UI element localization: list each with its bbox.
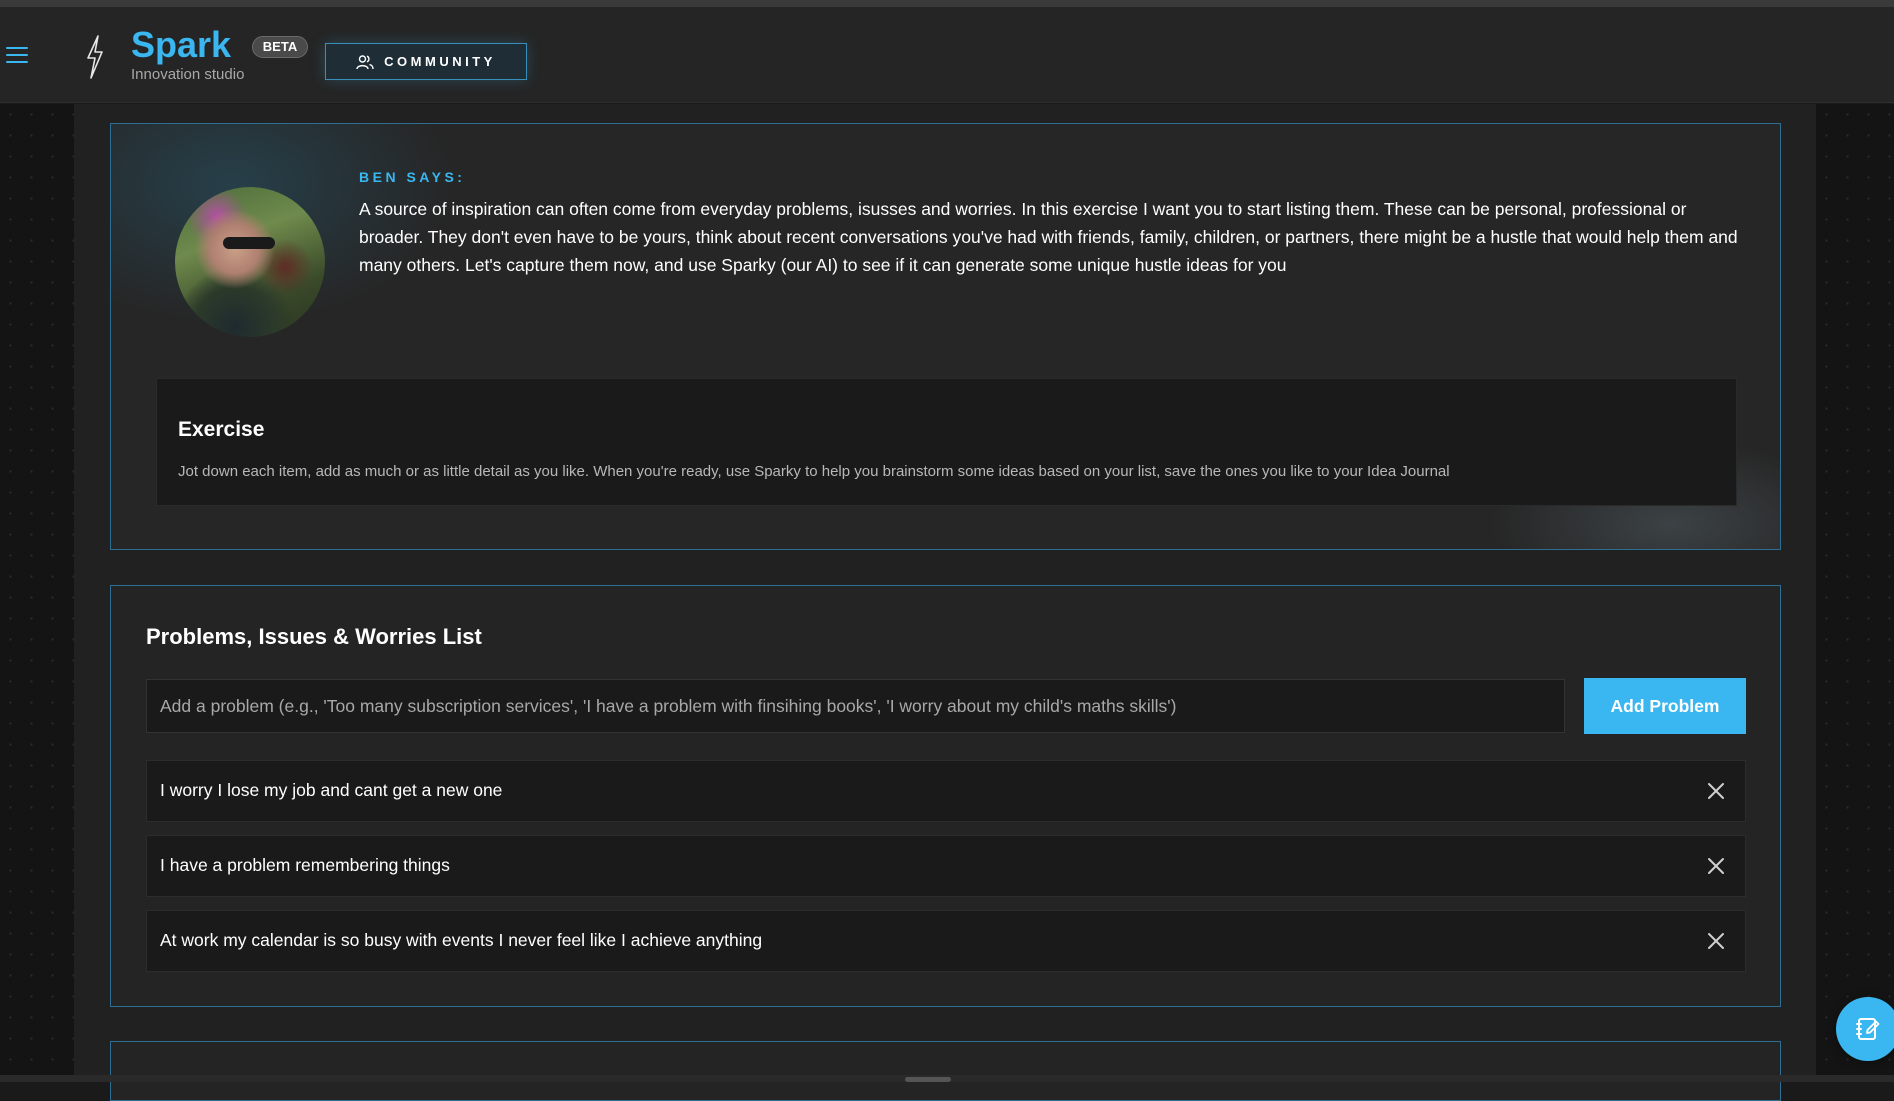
left-gutter: [0, 104, 74, 1082]
scroll-handle[interactable]: [905, 1077, 951, 1082]
right-gutter: [1816, 104, 1894, 1082]
problem-text: I worry I lose my job and cant get a new…: [160, 780, 503, 800]
problem-item: I have a problem remembering things: [146, 835, 1746, 897]
close-icon[interactable]: [1705, 780, 1727, 802]
close-icon[interactable]: [1705, 930, 1727, 952]
brand-name: Spark: [131, 24, 232, 65]
exercise-title: Exercise: [178, 418, 265, 441]
close-icon[interactable]: [1705, 855, 1727, 877]
ben-message: A source of inspiration can often come f…: [359, 199, 1738, 275]
problem-text: I have a problem remembering things: [160, 855, 450, 875]
users-icon: [356, 54, 374, 69]
beta-badge: BETA: [252, 36, 308, 58]
app-header: Spark Innovation studio BETA COMMUNITY: [0, 7, 1894, 103]
problem-item: At work my calendar is so busy with even…: [146, 910, 1746, 972]
window-top-edge: [0, 0, 1894, 7]
ben-avatar: [175, 187, 325, 337]
add-problem-input[interactable]: [146, 679, 1565, 733]
ben-says-label: BEN SAYS:: [359, 169, 466, 185]
problem-item: I worry I lose my job and cant get a new…: [146, 760, 1746, 822]
brand-subtitle: Innovation studio: [131, 66, 245, 83]
idea-journal-button[interactable]: [1836, 997, 1894, 1061]
next-section-card: [110, 1041, 1781, 1101]
brand[interactable]: Spark Innovation studio: [131, 24, 245, 84]
add-problem-button[interactable]: Add Problem: [1584, 678, 1746, 734]
community-button[interactable]: COMMUNITY: [325, 43, 527, 80]
exercise-panel: Exercise Jot down each item, add as much…: [156, 378, 1737, 506]
problems-title: Problems, Issues & Worries List: [146, 624, 482, 649]
hamburger-menu-icon[interactable]: [6, 47, 28, 65]
community-label: COMMUNITY: [384, 54, 496, 69]
problems-list-card: Problems, Issues & Worries List Add Prob…: [110, 585, 1781, 1007]
lightning-bolt-icon: [87, 35, 103, 79]
problem-text: At work my calendar is so busy with even…: [160, 930, 763, 950]
notebook-edit-icon: [1856, 1018, 1880, 1040]
ben-says-card: BEN SAYS: A source of inspiration can of…: [110, 123, 1781, 550]
exercise-text: Jot down each item, add as much or as li…: [178, 463, 1450, 480]
